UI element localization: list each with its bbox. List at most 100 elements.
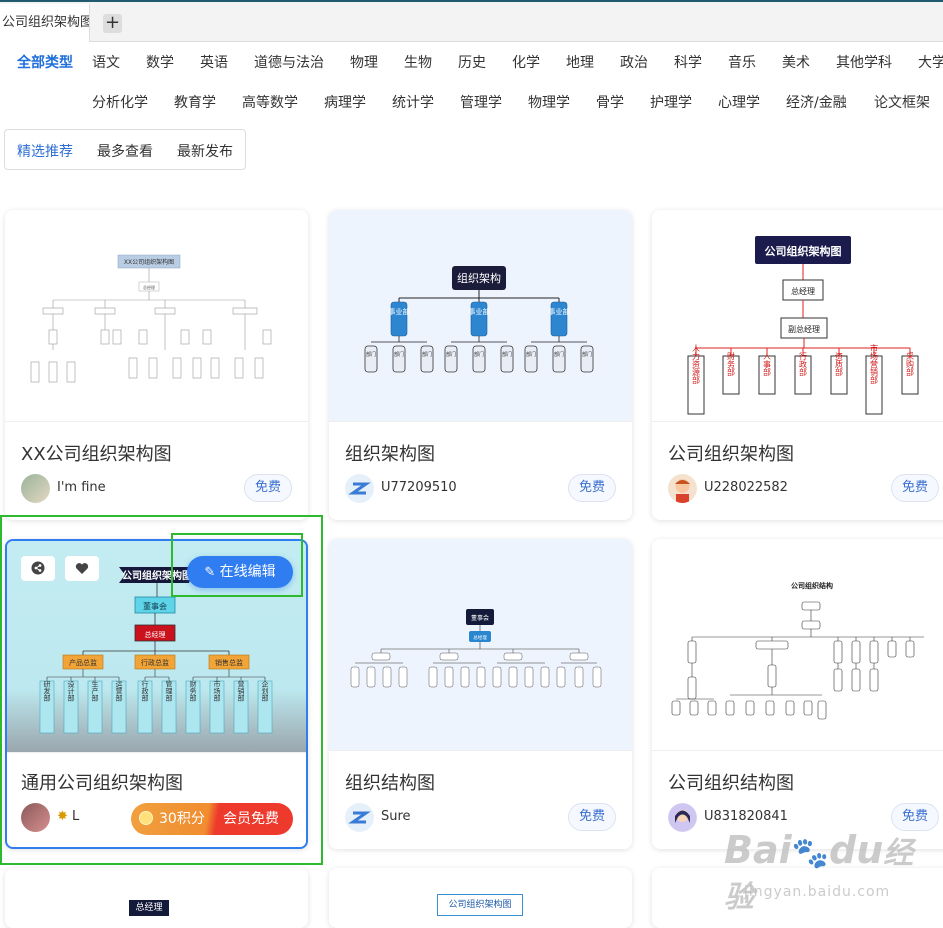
category-item[interactable]: 大学 bbox=[918, 52, 943, 72]
org-chart-thumbnail: 公司组织架构图 总经理 副总经理 人力资源部 财务部 人事部 行政部 资质部 市场营销部 采… bbox=[687, 236, 919, 415]
card-title[interactable]: 组织结构图 bbox=[345, 769, 435, 795]
category-item[interactable]: 科学 bbox=[674, 52, 702, 72]
category-item[interactable]: 骨学 bbox=[596, 92, 624, 112]
category-item[interactable]: 论文框架 bbox=[874, 92, 930, 112]
thumb-leaf-label: 部门 bbox=[554, 351, 564, 358]
category-item[interactable]: 其他学科 bbox=[836, 52, 892, 72]
category-item[interactable]: 历史 bbox=[458, 52, 486, 72]
sort-tab-featured[interactable]: 精选推荐 bbox=[17, 141, 73, 161]
card-title[interactable]: 公司组织架构图 bbox=[668, 440, 794, 466]
thumb-leaf-box bbox=[574, 666, 584, 688]
author-name[interactable]: U831820841 bbox=[704, 809, 788, 824]
category-item[interactable]: 物理 bbox=[350, 52, 378, 72]
category-item[interactable]: 护理学 bbox=[650, 92, 692, 112]
category-item[interactable]: 生物 bbox=[404, 52, 432, 72]
thumb-leaf-box bbox=[524, 666, 534, 688]
thumb-leaf-label: 部门 bbox=[474, 351, 484, 358]
sort-tab-newest[interactable]: 最新发布 bbox=[177, 141, 233, 161]
category-item[interactable]: 数学 bbox=[146, 52, 174, 72]
category-item[interactable]: 病理学 bbox=[324, 92, 366, 112]
author-name[interactable]: I'm fine bbox=[57, 480, 106, 495]
template-card[interactable]: 公司组织结构 公司组织结构图 U831820841 免费 bbox=[652, 539, 943, 849]
card-title[interactable]: 组织架构图 bbox=[345, 440, 435, 466]
category-item[interactable]: 语文 bbox=[92, 52, 120, 72]
category-item[interactable]: 美术 bbox=[782, 52, 810, 72]
category-item[interactable]: 物理学 bbox=[528, 92, 570, 112]
logo-icon bbox=[345, 803, 374, 832]
thumb-leaf-label: 部门 bbox=[526, 351, 536, 358]
thumb-gm: 总经理 bbox=[791, 286, 815, 296]
thumb-leaf-box bbox=[508, 666, 518, 688]
avatar bbox=[668, 474, 697, 503]
card-thumbnail[interactable]: 董事会 总经理 bbox=[329, 539, 632, 751]
category-item[interactable]: 心理学 bbox=[718, 92, 760, 112]
category-row-2: 分析化学 教育学 高等数学 病理学 统计学 管理学 物理学 骨学 护理学 心理学 经济/金融 论文框架 bbox=[0, 92, 943, 116]
logo-icon bbox=[345, 474, 374, 503]
thumb-title: 组织架构 bbox=[457, 271, 501, 285]
thumb-dept-label: 人事部 bbox=[763, 352, 772, 377]
card-title[interactable]: XX公司组织架构图 bbox=[21, 440, 172, 466]
avatar bbox=[345, 474, 374, 503]
template-card[interactable]: 组织架构 事业部 事业部 事业部 部门 部门 部门 部门 部门 部门 部门 部门… bbox=[329, 210, 632, 520]
thumb-title: 公司组织架构图 bbox=[437, 894, 523, 916]
sort-tab-most-viewed[interactable]: 最多查看 bbox=[97, 141, 153, 161]
card-thumbnail[interactable]: 公司组织架构图 总经理 副总经理 人力资源部 财务部 人事部 行政部 资质部 市场营销部 采… bbox=[652, 210, 943, 422]
template-card[interactable]: 公司组织架构图 总经理 副总经理 人力资源部 财务部 人事部 行政部 资质部 市场营销部 采… bbox=[652, 210, 943, 520]
thumb-vgm: 副总经理 bbox=[788, 324, 820, 334]
free-badge: 免费 bbox=[568, 474, 616, 502]
thumb-title: XX公司组织架构图 bbox=[124, 258, 174, 266]
free-badge: 免费 bbox=[891, 803, 939, 831]
thumb-dept-label: 事业部 bbox=[549, 307, 570, 316]
template-card[interactable]: XX公司组织架构图 总经理 XX公司组织架构图 I'm fine 免费 bbox=[5, 210, 308, 520]
category-item[interactable]: 音乐 bbox=[728, 52, 756, 72]
thumb-dept-label: 资质部 bbox=[835, 351, 844, 377]
template-card-partial[interactable]: 公司组织架构图 bbox=[329, 868, 632, 928]
category-item[interactable]: 政治 bbox=[620, 52, 648, 72]
thumb-leaf-box bbox=[428, 666, 438, 688]
thumb-leaf-box bbox=[492, 666, 502, 688]
thumb-leaf-box bbox=[444, 666, 454, 688]
thumb-sub: 总经理 bbox=[143, 284, 155, 290]
author-name[interactable]: U77209510 bbox=[381, 480, 457, 495]
thumb-dept-label: 采购部 bbox=[906, 351, 915, 377]
baidu-watermark-url: jingyan.baidu.com bbox=[744, 884, 891, 900]
new-tab-button[interactable]: + bbox=[103, 14, 122, 33]
category-item[interactable]: 分析化学 bbox=[92, 92, 148, 112]
browser-tab[interactable]: 公司组织架构图 × bbox=[0, 4, 90, 42]
category-item[interactable]: 英语 bbox=[200, 52, 228, 72]
thumb-leaf-box bbox=[398, 666, 408, 688]
template-card[interactable]: 董事会 总经理 组织结构图 Sure 免费 bbox=[329, 539, 632, 849]
category-row-1: 全部类型 语文 数学 英语 道德与法治 物理 生物 历史 化学 地理 政治 科学 音乐 美术 其他学科 大学 bbox=[0, 52, 943, 76]
thumb-leaf-label: 部门 bbox=[422, 351, 432, 358]
card-thumbnail[interactable]: 组织架构 事业部 事业部 事业部 部门 部门 部门 部门 部门 部门 部门 部门… bbox=[329, 210, 632, 422]
category-item[interactable]: 地理 bbox=[566, 52, 594, 72]
card-thumbnail[interactable]: XX公司组织架构图 总经理 bbox=[5, 210, 308, 422]
category-all[interactable]: 全部类型 bbox=[17, 52, 73, 72]
category-item[interactable]: 统计学 bbox=[392, 92, 434, 112]
category-item[interactable]: 高等数学 bbox=[242, 92, 298, 112]
template-card-partial[interactable]: 总经理 bbox=[5, 868, 308, 928]
category-item[interactable]: 经济/金融 bbox=[786, 92, 847, 112]
card-title[interactable]: 公司组织结构图 bbox=[668, 769, 794, 795]
thumb-dept-label: 财务部 bbox=[727, 351, 736, 377]
sort-tabs: 精选推荐 最多查看 最新发布 bbox=[4, 129, 246, 170]
close-tab-icon[interactable]: × bbox=[69, 4, 79, 42]
category-item[interactable]: 道德与法治 bbox=[254, 52, 324, 72]
paw-icon: 🐾 bbox=[791, 836, 829, 871]
category-item[interactable]: 教育学 bbox=[174, 92, 216, 112]
thumb-leaf-label: 部门 bbox=[582, 351, 592, 358]
org-chart-thumbnail: 董事会 总经理 bbox=[350, 609, 602, 688]
category-item[interactable]: 管理学 bbox=[460, 92, 502, 112]
cartoon-avatar-icon bbox=[668, 803, 697, 832]
author-name[interactable]: Sure bbox=[381, 809, 411, 824]
thumb-leaf-label: 部门 bbox=[366, 351, 376, 358]
org-chart-thumbnail: 公司组织结构 bbox=[671, 581, 924, 720]
org-chart-thumbnail: 组织架构 事业部 事业部 事业部 部门 部门 部门 部门 部门 部门 部门 部门… bbox=[364, 266, 594, 373]
category-item[interactable]: 化学 bbox=[512, 52, 540, 72]
author-name[interactable]: U228022582 bbox=[704, 480, 788, 495]
free-badge: 免费 bbox=[244, 474, 292, 502]
thumb-title: 公司组织架构图 bbox=[765, 244, 842, 258]
thumb-leaf-box bbox=[460, 666, 470, 688]
card-thumbnail[interactable]: 公司组织结构 bbox=[652, 539, 943, 751]
thumb-title: 总经理 bbox=[129, 900, 169, 916]
